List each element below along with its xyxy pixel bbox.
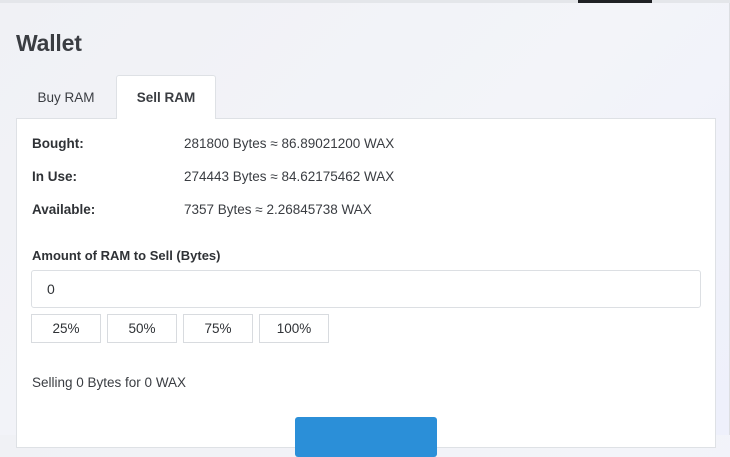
percent-75-button[interactable]: 75% bbox=[183, 314, 253, 343]
percent-50-button[interactable]: 50% bbox=[107, 314, 177, 343]
ram-in-use-label: In Use: bbox=[32, 168, 78, 184]
tab-buy-ram[interactable]: Buy RAM bbox=[16, 75, 116, 119]
ram-in-use-value: 274443 Bytes ≈ 84.62175462 WAX bbox=[184, 168, 395, 184]
sell-summary: Selling 0 Bytes for 0 WAX bbox=[32, 375, 187, 390]
percent-100-button[interactable]: 100% bbox=[259, 314, 329, 343]
sell-ram-panel: Bought: 281800 Bytes ≈ 86.89021200 WAX I… bbox=[16, 118, 716, 457]
ram-bought-value: 281800 Bytes ≈ 86.89021200 WAX bbox=[184, 135, 395, 151]
sell-ram-submit-button[interactable] bbox=[295, 417, 437, 457]
ram-available-label: Available: bbox=[32, 201, 96, 217]
ram-available-row: Available: 7357 Bytes ≈ 2.26845738 WAX bbox=[32, 200, 372, 218]
ram-bought-label: Bought: bbox=[32, 135, 84, 151]
ram-in-use-row: In Use: 274443 Bytes ≈ 84.62175462 WAX bbox=[32, 167, 394, 185]
percent-buttons: 25% 50% 75% 100% bbox=[31, 314, 335, 343]
ram-bought-row: Bought: 281800 Bytes ≈ 86.89021200 WAX bbox=[32, 134, 394, 152]
ram-available-value: 7357 Bytes ≈ 2.26845738 WAX bbox=[184, 201, 372, 217]
ram-amount-input[interactable] bbox=[31, 270, 701, 308]
amount-field-label: Amount of RAM to Sell (Bytes) bbox=[32, 248, 221, 263]
ram-tabs: Buy RAM Sell RAM bbox=[16, 75, 216, 119]
page-title: Wallet bbox=[16, 30, 82, 56]
nav-active-indicator bbox=[578, 0, 652, 3]
percent-25-button[interactable]: 25% bbox=[31, 314, 101, 343]
tab-sell-ram[interactable]: Sell RAM bbox=[116, 75, 216, 119]
